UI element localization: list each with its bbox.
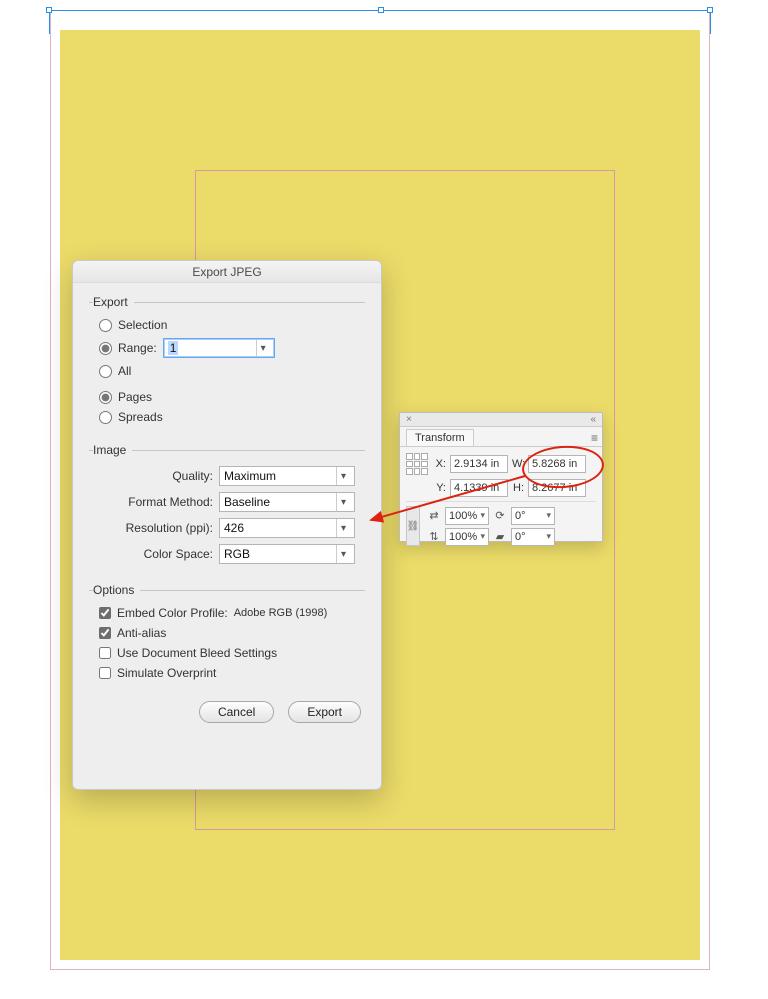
range-radio[interactable] [99, 342, 112, 355]
x-label: X: [434, 458, 446, 470]
constrain-proportions-icon[interactable]: ⛓ [406, 506, 420, 546]
embed-profile-label: Embed Color Profile: [117, 606, 228, 620]
shear-dropdown[interactable]: 0° [511, 528, 555, 546]
range-label: Range: [118, 341, 157, 355]
options-group: Options Embed Color Profile: Adobe RGB (… [89, 583, 365, 687]
tab-transform[interactable]: Transform [406, 429, 474, 446]
reference-point-proxy[interactable] [406, 453, 428, 475]
options-legend: Options [93, 583, 140, 597]
quality-label: Quality: [99, 469, 213, 483]
color-space-label: Color Space: [99, 547, 213, 561]
range-combobox[interactable]: 1 [163, 338, 275, 358]
all-radio[interactable] [99, 365, 112, 378]
h-label: H: [512, 482, 524, 494]
close-icon[interactable]: × [406, 414, 412, 425]
selection-radio[interactable] [99, 319, 112, 332]
color-space-select[interactable]: RGB [219, 544, 355, 564]
export-jpeg-dialog: Export JPEG Export Selection Range: 1 Al… [72, 260, 382, 790]
scale-x-dropdown[interactable]: 100% [445, 507, 489, 525]
export-legend: Export [93, 295, 134, 309]
cancel-button[interactable]: Cancel [199, 701, 274, 723]
scale-y-icon: ⇅ [427, 530, 441, 543]
selection-handle-tl[interactable] [46, 7, 52, 13]
selection-handle-tc[interactable] [378, 7, 384, 13]
selection-edge-right [710, 10, 711, 34]
x-input[interactable]: 2.9134 in [450, 455, 508, 473]
quality-select[interactable]: Maximum [219, 466, 355, 486]
rotate-dropdown[interactable]: 0° [511, 507, 555, 525]
export-group: Export Selection Range: 1 All Pages Spre… [89, 295, 365, 431]
export-button[interactable]: Export [288, 701, 361, 723]
spreads-radio[interactable] [99, 411, 112, 424]
shear-icon: ▰ [493, 530, 507, 543]
panel-menu-icon[interactable]: ≡ [591, 431, 598, 445]
resolution-combobox[interactable]: 426 [219, 518, 355, 538]
dialog-title: Export JPEG [73, 261, 381, 283]
all-label: All [118, 364, 131, 378]
rotate-icon: ⟳ [493, 509, 507, 522]
scale-y-dropdown[interactable]: 100% [445, 528, 489, 546]
chevron-down-icon[interactable] [256, 339, 270, 357]
bleed-label: Use Document Bleed Settings [117, 646, 277, 660]
chevron-down-icon[interactable] [336, 545, 350, 563]
chevron-down-icon[interactable] [336, 519, 350, 537]
anti-alias-label: Anti-alias [117, 626, 166, 640]
overprint-checkbox[interactable] [99, 667, 111, 679]
chevron-down-icon[interactable] [336, 467, 350, 485]
bleed-checkbox[interactable] [99, 647, 111, 659]
scale-x-icon: ⇄ [427, 509, 441, 522]
collapse-icon[interactable]: « [590, 414, 596, 425]
format-method-label: Format Method: [99, 495, 213, 509]
embed-profile-name: Adobe RGB (1998) [234, 607, 328, 619]
format-method-select[interactable]: Baseline [219, 492, 355, 512]
y-label: Y: [434, 482, 446, 494]
image-group: Image Quality: Maximum Format Method: Ba… [89, 443, 365, 571]
pages-radio[interactable] [99, 391, 112, 404]
y-input[interactable]: 4.1339 in [450, 479, 508, 497]
pages-label: Pages [118, 390, 152, 404]
image-legend: Image [93, 443, 132, 457]
resolution-label: Resolution (ppi): [99, 521, 213, 535]
anti-alias-checkbox[interactable] [99, 627, 111, 639]
chevron-down-icon[interactable] [336, 493, 350, 511]
selection-label: Selection [118, 318, 167, 332]
selection-edge-left [49, 10, 50, 34]
embed-profile-checkbox[interactable] [99, 607, 111, 619]
selection-handle-tr[interactable] [707, 7, 713, 13]
spreads-label: Spreads [118, 410, 163, 424]
overprint-label: Simulate Overprint [117, 666, 216, 680]
